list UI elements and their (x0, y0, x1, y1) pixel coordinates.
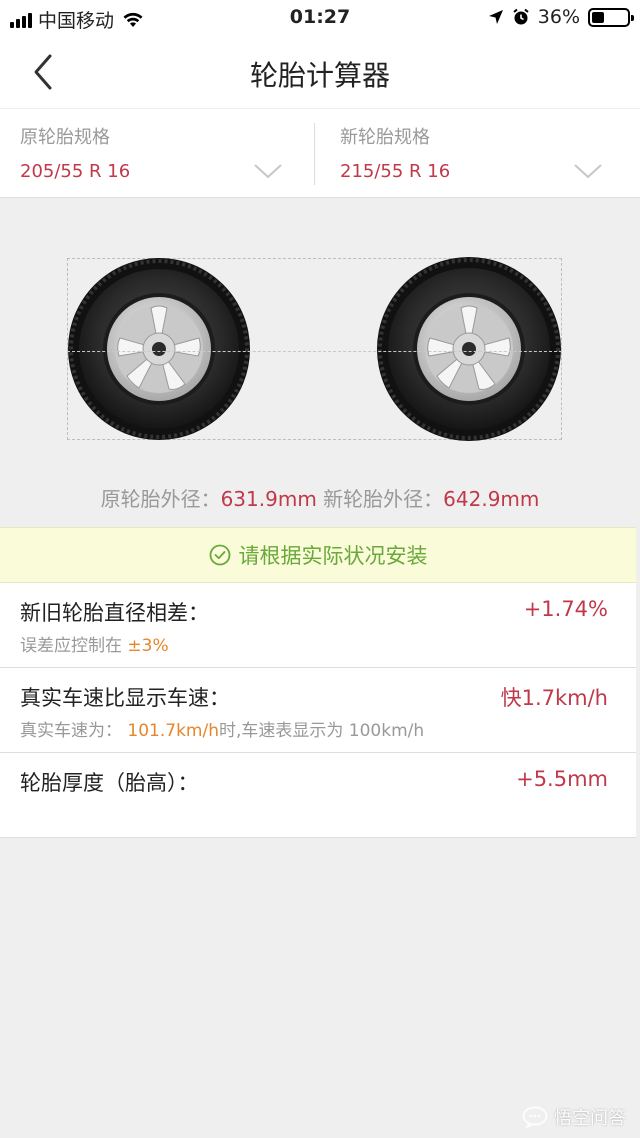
chat-bubble-icon (522, 1106, 548, 1128)
subtext-prefix: 误差应控制在 (20, 636, 122, 656)
result-subtext: 误差应控制在 ±3% (20, 631, 169, 656)
battery-percent: 36% (537, 6, 580, 28)
check-circle-icon (209, 544, 230, 566)
original-tire-illustration (68, 258, 250, 440)
result-value: +1.74% (523, 597, 608, 621)
subtext-prefix: 真实车速为： (20, 721, 122, 741)
tire-comparison-area: 原轮胎外径：631.9mm 新轮胎外径：642.9mm (0, 198, 640, 528)
status-bar: 中国移动 01:27 36% (0, 0, 640, 36)
results-list: 新旧轮胎直径相差： +1.74% 误差应控制在 ±3% 真实车速比显示车速： 快… (0, 583, 636, 838)
result-value: 快1.7km/h (500, 686, 608, 710)
center-dashed-line (67, 351, 562, 352)
alarm-clock-icon (513, 8, 529, 25)
nav-bar: 轮胎计算器 (0, 36, 640, 108)
original-diameter-label: 原轮胎外径： (100, 487, 221, 511)
diameter-summary: 原轮胎外径：631.9mm 新轮胎外径：642.9mm (0, 483, 640, 512)
new-diameter-label: 新轮胎外径： (323, 487, 444, 511)
watermark-text: 悟空问答 (554, 1108, 626, 1129)
new-tire-illustration (377, 257, 561, 441)
result-title: 新旧轮胎直径相差： (20, 601, 209, 625)
page-title: 轮胎计算器 (249, 59, 390, 92)
battery-fill (592, 11, 605, 23)
spec-selector-bar: 原轮胎规格 205/55 R 16 新轮胎规格 215/55 R 16 (0, 108, 640, 198)
subtext-highlight: ±3% (127, 636, 169, 656)
new-diameter-value: 642.9mm (443, 487, 540, 511)
original-spec-label: 原轮胎规格 (20, 127, 110, 148)
original-diameter-value: 631.9mm (220, 487, 317, 511)
result-row-diameter-diff: 新旧轮胎直径相差： +1.74% 误差应控制在 ±3% (0, 583, 636, 668)
result-title: 轮胎厚度（胎高）： (20, 771, 199, 795)
install-notice-banner: 请根据实际状况安装 (0, 527, 636, 583)
subtext-highlight: 101.7km/h (127, 721, 219, 741)
spec-divider (314, 123, 315, 185)
battery-icon (588, 7, 634, 27)
original-spec-value: 205/55 R 16 (20, 161, 131, 182)
new-spec-label: 新轮胎规格 (340, 127, 430, 148)
result-subtext: 真实车速为： 101.7km/h时,车速表显示为 100km/h (20, 716, 424, 741)
new-spec-value: 215/55 R 16 (340, 161, 451, 182)
result-row-speed: 真实车速比显示车速： 快1.7km/h 真实车速为： 101.7km/h时,车速… (0, 668, 636, 753)
notice-text: 请根据实际状况安装 (238, 544, 428, 568)
new-tire-spec-selector[interactable]: 新轮胎规格 215/55 R 16 (320, 109, 620, 197)
result-value: +5.5mm (516, 767, 608, 791)
watermark: 悟空问答 (522, 1104, 626, 1130)
chevron-down-icon (254, 164, 282, 179)
subtext-suffix: 时,车速表显示为 100km/h (218, 721, 425, 741)
result-title: 真实车速比显示车速： (20, 686, 230, 710)
result-row-thickness: 轮胎厚度（胎高）： +5.5mm (0, 753, 636, 838)
status-right: 36% (488, 6, 634, 28)
original-tire-spec-selector[interactable]: 原轮胎规格 205/55 R 16 (0, 109, 300, 197)
chevron-down-icon (574, 164, 602, 179)
location-arrow-icon (488, 10, 503, 24)
